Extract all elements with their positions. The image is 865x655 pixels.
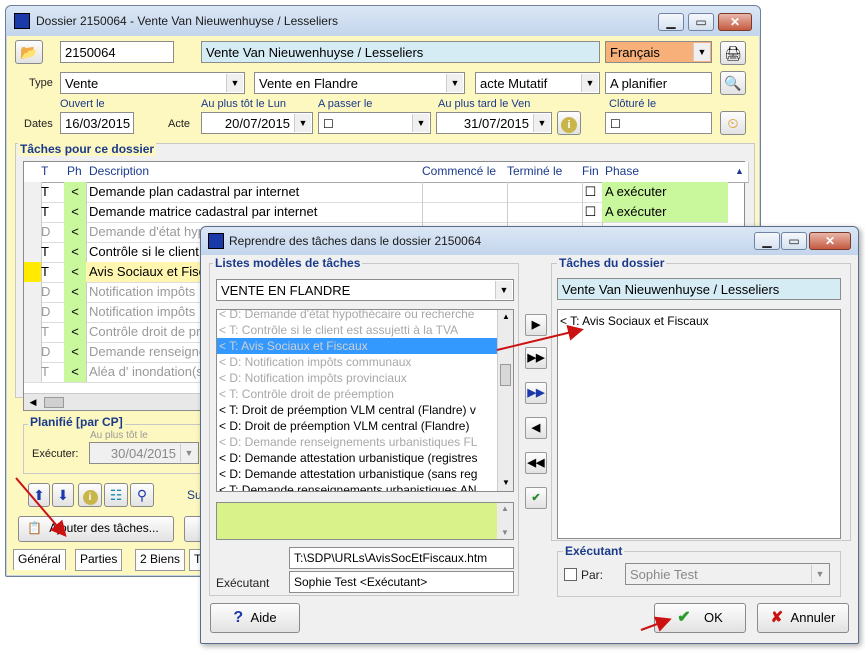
arrow-to-ajouter-button: [15, 477, 67, 538]
arrow-to-dossier-task: [496, 325, 584, 351]
arrow-to-ok-button: [640, 616, 672, 632]
annotation-arrows: [15, 325, 672, 632]
